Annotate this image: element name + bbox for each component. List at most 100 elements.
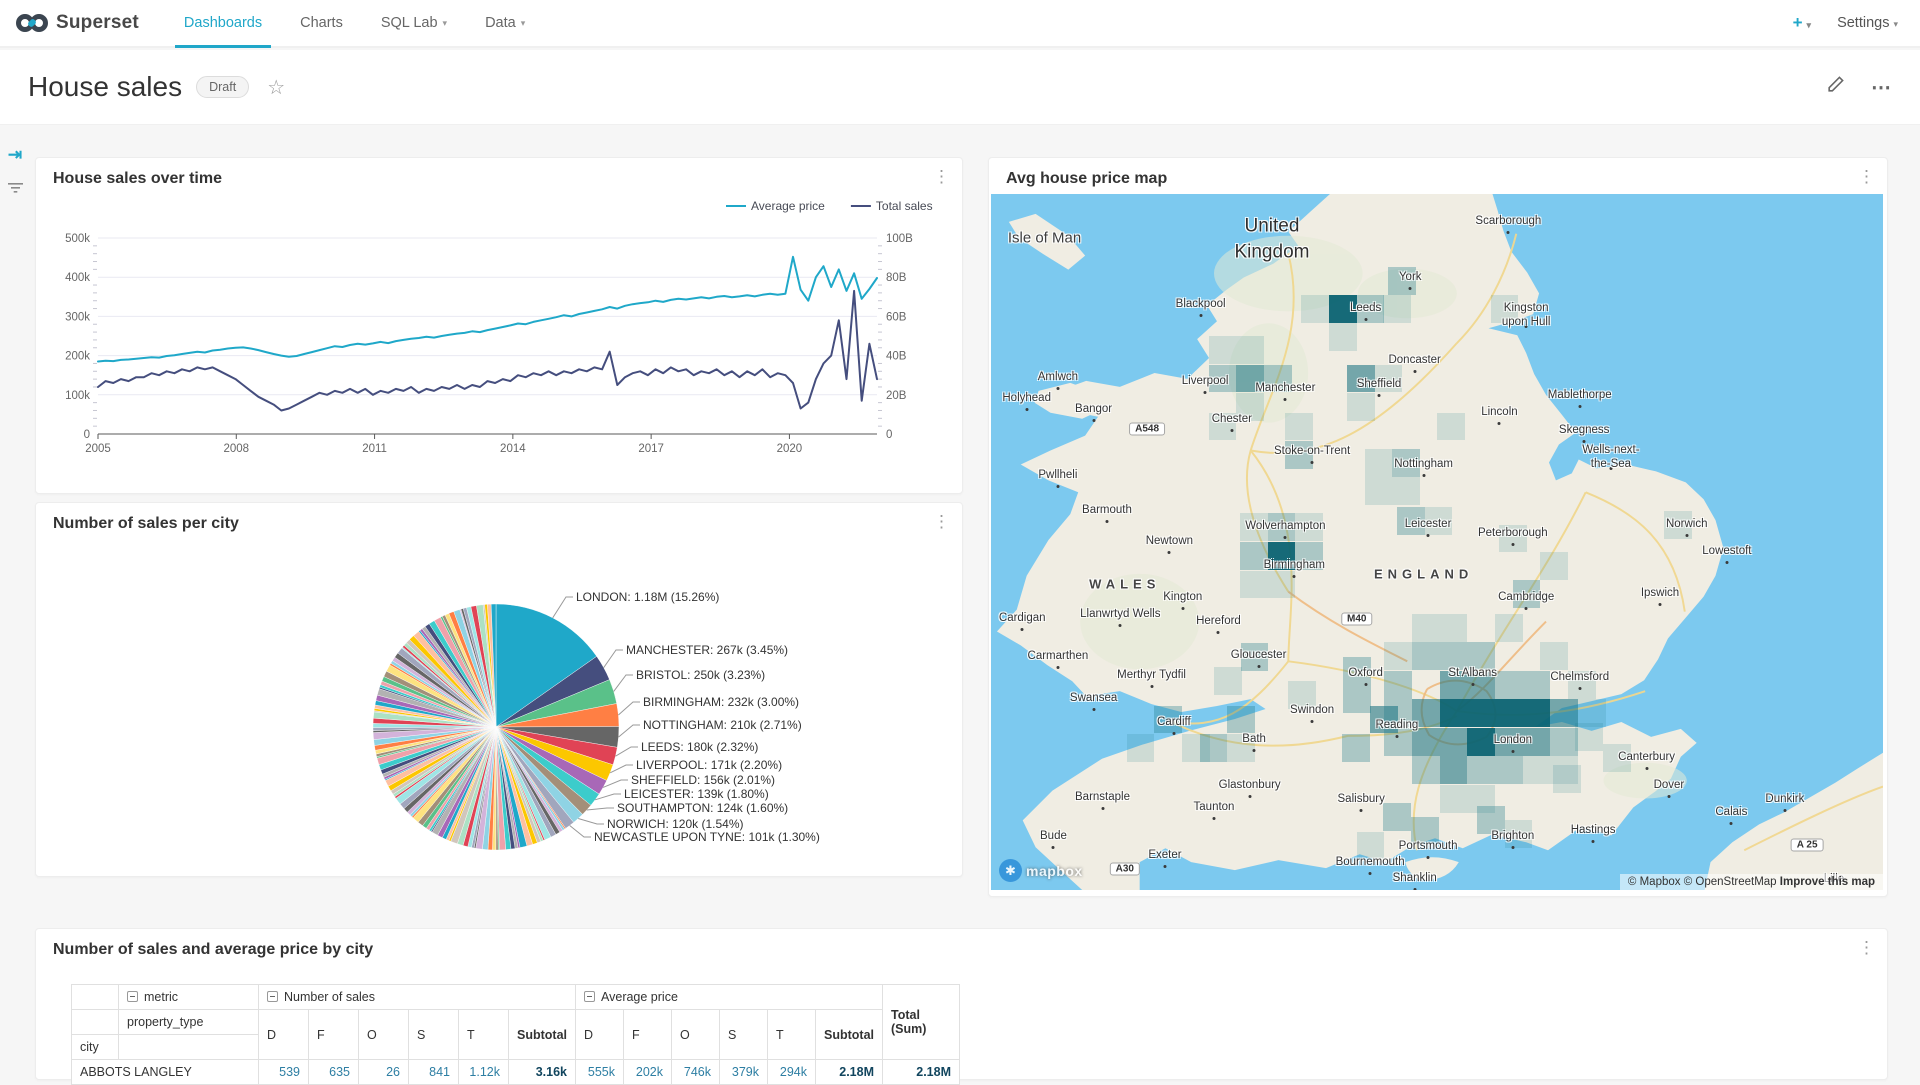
heat-grid-cell	[1540, 552, 1568, 580]
city-dot	[1583, 440, 1586, 443]
chevron-down-icon: ▾	[1893, 19, 1898, 29]
expand-filter-bar-icon[interactable]: ⇥	[8, 145, 22, 165]
improve-map-link[interactable]: Improve this map	[1780, 876, 1875, 888]
nav-item-charts[interactable]: Charts	[281, 0, 362, 46]
heat-grid-cell	[1495, 699, 1523, 727]
heat-grid-cell	[1268, 571, 1296, 599]
series-average-price	[98, 257, 877, 362]
pie-label: NORWICH: 120k (1.54%)	[607, 817, 743, 831]
city-dot	[1230, 429, 1233, 432]
map-label-dover: Dover	[1654, 779, 1685, 793]
map-label-bangor: Bangor	[1075, 403, 1112, 417]
pivot-value-cell: 555k	[576, 1060, 624, 1085]
kebab-menu-icon[interactable]: ⋮	[933, 513, 950, 530]
svg-text:20B: 20B	[886, 390, 907, 402]
svg-text:0: 0	[84, 429, 90, 441]
pivot-value-cell: 202k	[624, 1060, 672, 1085]
mapbox-attribution-link[interactable]: © Mapbox	[1628, 876, 1681, 888]
collapse-icon[interactable]	[267, 991, 278, 1002]
panel-sales-and-price-table: Number of sales and average price by cit…	[35, 928, 1888, 1080]
filter-bar-collapsed: ⇥	[0, 145, 30, 200]
heat-grid-cell	[1209, 336, 1237, 364]
pivot-table-container[interactable]: metricNumber of salesAverage priceTotal …	[71, 984, 960, 1085]
heat-grid-cell	[1347, 393, 1375, 421]
city-dot	[1253, 749, 1256, 752]
map-label-bournemouth: Bournemouth	[1336, 856, 1405, 870]
city-dot	[1199, 314, 1202, 317]
heat-grid-cell	[1467, 785, 1495, 813]
map-label-leicester: Leicester	[1405, 518, 1452, 532]
collapse-icon[interactable]	[127, 991, 138, 1002]
city-dot	[1498, 422, 1501, 425]
svg-text:500k: 500k	[65, 233, 90, 245]
new-item-button[interactable]: +▾	[1793, 13, 1811, 33]
city-dot	[1119, 624, 1122, 627]
kebab-menu-icon[interactable]: ⋮	[1858, 939, 1875, 956]
city-dot	[1783, 809, 1786, 812]
filter-funnel-icon[interactable]	[7, 181, 24, 200]
map-label-kingston-upon-hull: Kingston upon Hull	[1502, 302, 1551, 330]
svg-text:100B: 100B	[886, 233, 913, 245]
pie-label: LONDON: 1.18M (15.26%)	[576, 590, 719, 604]
svg-text:40B: 40B	[886, 351, 907, 363]
pie-label: SHEFFIELD: 156k (2.01%)	[631, 773, 775, 787]
pie-chart[interactable]: LONDON: 1.18M (15.26%) MANCHESTER: 267k (…	[36, 539, 964, 875]
map-label-canterbury: Canterbury	[1618, 751, 1675, 765]
city-dot	[1413, 888, 1416, 890]
mapbox-logo[interactable]: ✱ mapbox	[999, 859, 1083, 882]
favorite-star-icon[interactable]: ☆	[267, 75, 285, 100]
heat-grid-cell	[1343, 685, 1371, 713]
city-dot	[1181, 607, 1184, 610]
heat-grid-cell	[1240, 571, 1268, 599]
city-dot	[1427, 856, 1430, 859]
map-label-merthyr-tydfil: Merthyr Tydfil	[1117, 669, 1186, 683]
heat-grid-cell	[1412, 614, 1440, 642]
main-nav: Dashboards Charts SQL Lab▾ Data▾	[165, 0, 544, 46]
nav-item-dashboards[interactable]: Dashboards	[165, 0, 281, 46]
settings-menu[interactable]: Settings▾	[1837, 15, 1898, 31]
pivot-column-header: D	[576, 1010, 624, 1060]
city-dot	[1293, 575, 1296, 578]
heat-grid-cell	[1412, 756, 1440, 784]
draft-status-badge: Draft	[196, 76, 249, 98]
pivot-row-header: ABBOTS LANGLEY	[72, 1060, 259, 1085]
pivot-value-cell: 26	[359, 1060, 409, 1085]
map-label-england: ENGLAND	[1374, 567, 1473, 582]
city-dot	[1056, 387, 1059, 390]
nav-item-data[interactable]: Data▾	[466, 0, 544, 46]
pivot-column-header: F	[624, 1010, 672, 1060]
city-dot	[1667, 795, 1670, 798]
map-label-doncaster: Doncaster	[1388, 354, 1440, 368]
city-dot	[1645, 767, 1648, 770]
svg-text:2014: 2014	[500, 443, 526, 455]
superset-brand[interactable]: Superset	[0, 0, 165, 46]
map-label-london: London	[1494, 734, 1532, 748]
more-actions-icon[interactable]: ⋯	[1871, 75, 1892, 100]
line-chart[interactable]: 00100k20B200k40B300k60B400k80B500k100B20…	[36, 158, 964, 458]
osm-attribution-link[interactable]: © OpenStreetMap	[1684, 876, 1777, 888]
chevron-down-icon: ▾	[443, 18, 448, 29]
city-dot	[1284, 536, 1287, 539]
kebab-menu-icon[interactable]: ⋮	[1858, 168, 1875, 185]
edit-pencil-icon[interactable]	[1826, 75, 1845, 99]
map-label-cardigan: Cardigan	[999, 612, 1046, 626]
heat-grid-cell	[1550, 728, 1578, 756]
chevron-down-icon: ▾	[1807, 20, 1812, 30]
pie-label: NEWCASTLE UPON TYNE: 101k (1.30%)	[594, 830, 820, 844]
map-label-hereford: Hereford	[1196, 615, 1241, 629]
collapse-icon[interactable]	[584, 991, 595, 1002]
map-label-chelmsford: Chelmsford	[1550, 671, 1609, 685]
heat-grid-cell	[1412, 642, 1440, 670]
heat-grid-cell	[1440, 614, 1468, 642]
city-dot	[1150, 685, 1153, 688]
pie-label: BIRMINGHAM: 232k (3.00%)	[643, 695, 799, 709]
city-dot	[1360, 809, 1363, 812]
pie-label: MANCHESTER: 267k (3.45%)	[626, 643, 788, 657]
svg-text:2020: 2020	[777, 443, 803, 455]
map-label-wolverhampton: Wolverhampton	[1245, 520, 1325, 534]
city-dot	[1413, 370, 1416, 373]
map-canvas[interactable]: United KingdomIsle of ManWALESENGLANDSca…	[991, 194, 1883, 890]
city-dot	[1725, 561, 1728, 564]
heat-grid-cell	[1495, 671, 1523, 699]
nav-item-sql-lab[interactable]: SQL Lab▾	[362, 0, 466, 46]
